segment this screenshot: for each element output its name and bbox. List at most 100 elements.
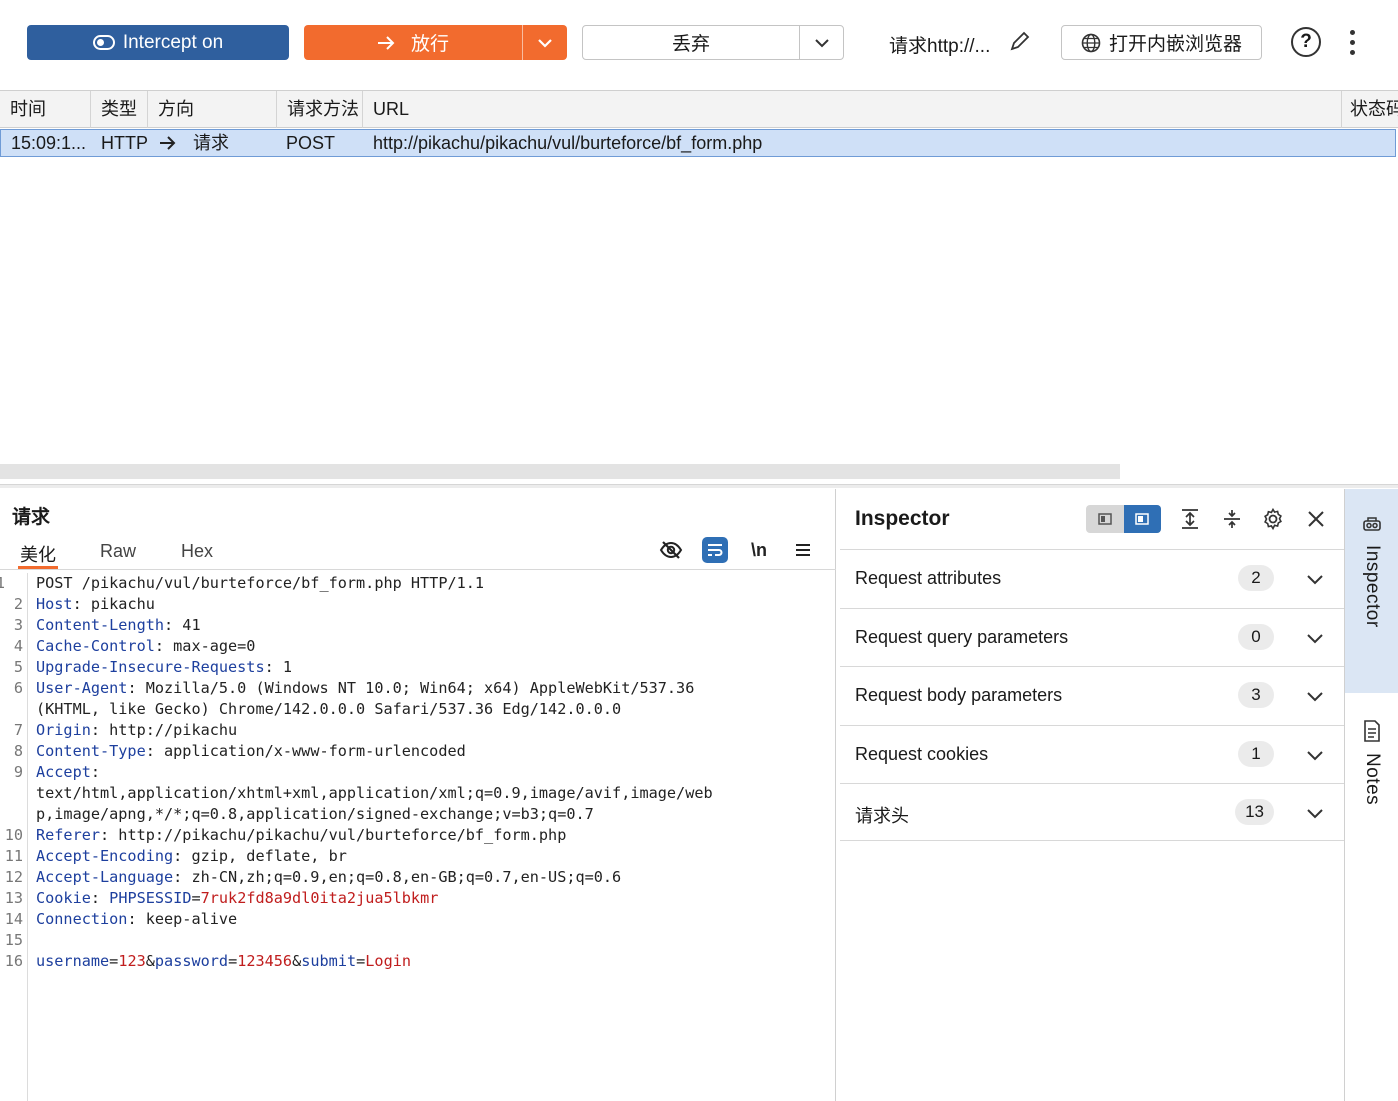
line-text: Content-Type: application/x-www-form-url… (36, 741, 466, 762)
drop-button-group: 丢弃 (582, 25, 844, 60)
section-label: Request attributes (855, 568, 1002, 588)
intercept-toggle-button[interactable]: Intercept on (27, 25, 289, 60)
chevron-down-icon[interactable] (1304, 627, 1326, 649)
code-text: = (109, 952, 119, 970)
drop-options-dropdown[interactable] (799, 26, 843, 59)
tab-raw[interactable]: Raw (100, 541, 136, 569)
drop-button[interactable]: 丢弃 (583, 26, 799, 59)
header-key: Upgrade-Insecure-Requests (36, 658, 265, 676)
param-value: 123 (118, 952, 146, 970)
forward-options-dropdown[interactable] (522, 25, 567, 60)
horizontal-scrollbar[interactable] (0, 464, 1120, 479)
line-number: 15 (4, 931, 23, 949)
collapse-all-icon[interactable] (1218, 505, 1246, 533)
line-text: Content-Length: 41 (36, 615, 201, 636)
header-key: Content-Length (36, 616, 165, 634)
count-badge: 0 (1238, 623, 1274, 650)
param-value: 123456 (237, 952, 293, 970)
column-header-method[interactable]: 请求方法 (277, 91, 363, 128)
section-label: Request body parameters (855, 685, 1063, 705)
tab-hex[interactable]: Hex (181, 541, 213, 569)
line-text: Upgrade-Insecure-Requests: 1 (36, 657, 292, 678)
layout-toggle[interactable] (1086, 505, 1161, 533)
inspector-section[interactable]: Request cookies 1 (840, 724, 1344, 783)
cell-time: 15:09:1... (11, 133, 87, 153)
chevron-down-icon[interactable] (1304, 744, 1326, 766)
code-text: : max-age=0 (154, 637, 256, 655)
side-tab-label: Notes (1362, 753, 1383, 806)
header-key: Cookie (36, 889, 91, 907)
header-key: User-Agent (36, 679, 128, 697)
intercept-label: Intercept on (122, 31, 224, 53)
column-header-status[interactable]: 状态码 (1342, 91, 1398, 128)
wrap-lines-icon[interactable] (702, 537, 728, 563)
param-value: 7ruk2fd8a9dl0ita2jua5lbkmr (200, 889, 439, 907)
chevron-down-icon[interactable] (1304, 568, 1326, 590)
line-number: 13 (4, 889, 23, 907)
help-icon[interactable]: ? (1291, 27, 1321, 57)
column-header-time[interactable]: 时间 (0, 91, 91, 128)
inspector-section[interactable]: Request body parameters 3 (840, 666, 1344, 724)
pencil-icon[interactable] (1008, 30, 1030, 54)
line-text: Accept: (36, 762, 100, 783)
menu-icon[interactable] (790, 537, 816, 563)
gear-icon[interactable] (1259, 505, 1287, 533)
layout-stacked-icon[interactable] (1086, 505, 1124, 533)
column-header-type[interactable]: 类型 (91, 91, 148, 128)
side-tab-bar: Inspector Notes (1344, 489, 1398, 1101)
count-badge: 13 (1235, 799, 1274, 825)
count-badge: 3 (1238, 682, 1274, 708)
arrow-right-icon (160, 136, 176, 150)
newline-icon[interactable]: \n (746, 537, 772, 563)
chevron-down-icon[interactable] (1304, 802, 1326, 824)
line-number: 16 (4, 952, 23, 970)
inspector-section[interactable]: Request query parameters 0 (840, 607, 1344, 666)
column-header-url[interactable]: URL (363, 91, 1342, 128)
header-key: Referer (36, 826, 101, 844)
code-text: : 41 (164, 616, 201, 634)
forward-button[interactable]: 放行 (304, 25, 522, 60)
header-key: Connection (36, 910, 128, 928)
line-text: Accept-Language: zh-CN,zh;q=0.9,en;q=0.8… (36, 867, 621, 888)
line-text: Cache-Control: max-age=0 (36, 636, 255, 657)
header-key: submit (301, 952, 357, 970)
arrow-right-icon (377, 35, 395, 50)
more-options-icon[interactable] (1342, 27, 1362, 57)
code-text: : gzip, deflate, br (173, 847, 347, 865)
line-number: 12 (4, 868, 23, 886)
line-number: 8 (13, 742, 23, 760)
hide-icon[interactable] (658, 537, 684, 563)
request-code-view[interactable]: 1 POST /pikachu/vul/burteforce/bf_form.ph… (0, 573, 836, 1101)
inspector-panel: Inspector Request attributes 2 Request que… (837, 489, 1344, 1101)
header-key: Host (36, 595, 73, 613)
column-header-direction[interactable]: 方向 (148, 91, 277, 128)
line-number: 4 (13, 637, 23, 655)
side-tab-inspector[interactable]: Inspector (1345, 489, 1398, 693)
expand-all-icon[interactable] (1176, 505, 1204, 533)
chevron-down-icon[interactable] (1304, 685, 1326, 707)
forward-button-group: 放行 (304, 25, 567, 60)
inspector-section[interactable]: 请求头 13 (840, 783, 1344, 841)
editor-tools: \n (658, 535, 816, 565)
tab-pretty[interactable]: 美化 (18, 541, 58, 569)
close-icon[interactable] (1302, 505, 1330, 533)
table-row[interactable]: 15:09:1... HTTP 请求 POST http://pikachu/p… (0, 129, 1396, 157)
inspector-icon (1363, 517, 1381, 531)
pane-divider[interactable] (0, 484, 1398, 488)
code-text: (KHTML, like Gecko) Chrome/142.0.0.0 Saf… (36, 700, 622, 718)
open-browser-button[interactable]: 打开内嵌浏览器 (1061, 25, 1262, 60)
header-key: username (36, 952, 110, 970)
panel-title: 请求 (12, 507, 51, 528)
line-text: Connection: keep-alive (36, 909, 237, 930)
line-number: 3 (13, 616, 23, 634)
line-text: text/html,application/xhtml+xml,applicat… (36, 783, 713, 804)
code-text: : http://pikachu/pikachu/vul/burteforce/… (100, 826, 567, 844)
code-text: & (145, 952, 155, 970)
side-tab-notes[interactable]: Notes (1345, 719, 1398, 839)
count-badge: 1 (1238, 740, 1274, 767)
layout-side-icon[interactable] (1123, 505, 1161, 533)
request-target-label: 请求http://... (889, 36, 991, 57)
cell-type: HTTP (101, 133, 148, 153)
line-text: Cookie: PHPSESSID=7ruk2fd8a9dl0ita2jua5l… (36, 888, 438, 909)
inspector-section[interactable]: Request attributes 2 (840, 549, 1344, 607)
